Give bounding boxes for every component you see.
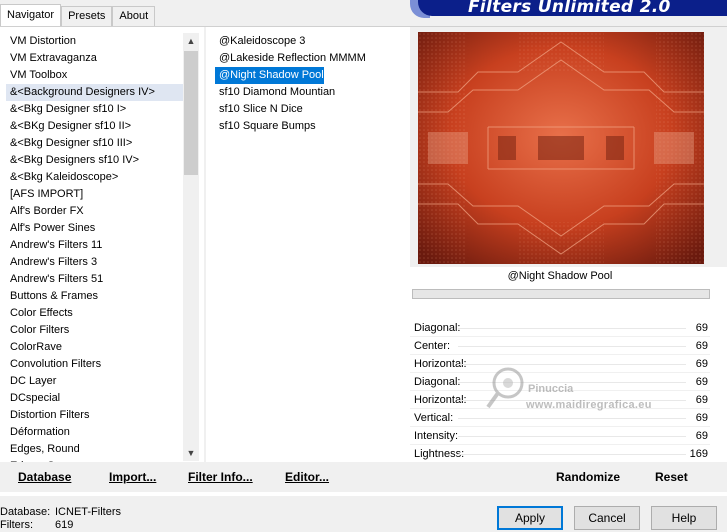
param-track[interactable] [458,436,686,437]
category-item[interactable]: [AFS IMPORT] [6,186,184,203]
param-slider[interactable]: Vertical: 69 [410,409,710,427]
preview-image [418,32,704,264]
database-value: ICNET-Filters [55,506,121,518]
category-item[interactable]: Color Effects [6,305,184,322]
randomize-button[interactable]: Randomize [556,462,620,492]
scroll-up-icon[interactable]: ▲ [183,33,199,49]
tab-about[interactable]: About [112,6,156,26]
param-slider[interactable]: Lightness: 169 [410,445,710,463]
reset-button[interactable]: Reset [655,462,688,492]
filter-list[interactable]: @Kaleidoscope 3 @Lakeside Reflection MMMM… [215,33,405,135]
category-list[interactable]: VM Distortion VM Extravaganza VM Toolbox &<… [6,33,184,463]
param-label: Lightness: [414,448,465,460]
category-item[interactable]: Color Filters [6,322,184,339]
category-item[interactable]: Alf's Power Sines [6,220,184,237]
param-slider[interactable]: Intensity: 69 [410,427,710,445]
import-button[interactable]: Import... [109,462,156,492]
category-item[interactable]: VM Distortion [6,33,184,50]
filters-count-label: Filters: [0,519,33,531]
category-item[interactable]: Andrew's Filters 3 [6,254,184,271]
category-item[interactable]: &<Bkg Kaleidoscope> [6,169,184,186]
filter-item[interactable]: sf10 Square Bumps [215,118,316,135]
param-slider[interactable]: Horizontal: 69 [410,355,710,373]
scroll-down-icon[interactable]: ▼ [183,445,199,461]
param-track[interactable] [458,382,686,383]
scroll-thumb[interactable] [184,51,198,175]
param-label: Diagonal: [414,376,461,388]
category-item[interactable]: DC Layer [6,373,184,390]
preview-filter-name: @Night Shadow Pool [507,270,613,282]
param-track[interactable] [458,400,686,401]
navigator-panel: VM Distortion VM Extravaganza VM Toolbox &<… [0,26,727,496]
param-label: Intensity: [414,430,459,442]
param-track[interactable] [458,418,686,419]
list-divider [204,27,206,463]
category-item[interactable]: &<Bkg Designers sf10 IV> [6,152,184,169]
filter-item[interactable]: sf10 Slice N Dice [215,101,303,118]
filter-item[interactable]: @Kaleidoscope 3 [215,33,305,50]
param-value: 69 [695,340,708,352]
param-value: 69 [695,376,708,388]
category-item[interactable]: &<BKg Designer sf10 II> [6,118,184,135]
param-track[interactable] [458,454,686,455]
category-scrollbar[interactable]: ▲ ▼ [183,33,199,461]
filter-item[interactable]: sf10 Diamond Mountian [215,84,335,101]
param-track[interactable] [458,328,686,329]
category-item[interactable]: VM Extravaganza [6,50,184,67]
apply-button[interactable]: Apply [497,506,563,530]
preview-button-bar: Randomize Reset [410,462,727,492]
category-item[interactable]: &<Bkg Designer sf10 III> [6,135,184,152]
param-slider[interactable]: Horizontal: 69 [410,391,710,409]
param-label: Diagonal: [414,322,461,334]
editor-button[interactable]: Editor... [285,462,329,492]
tab-bar: Navigator Presets About [0,4,156,26]
param-value: 69 [695,358,708,370]
help-button[interactable]: Help [651,506,717,530]
filters-count-value: 619 [55,519,74,531]
category-item[interactable]: Andrew's Filters 11 [6,237,184,254]
tab-presets[interactable]: Presets [61,6,113,26]
param-label: Vertical: [414,412,454,424]
param-track[interactable] [458,364,686,365]
filter-info-button[interactable]: Filter Info... [188,462,253,492]
param-slider[interactable]: Center: 69 [410,337,710,355]
param-value: 69 [695,430,708,442]
tab-navigator[interactable]: Navigator [0,4,62,26]
category-item[interactable]: Déformation [6,424,184,441]
category-item[interactable]: Andrew's Filters 51 [6,271,184,288]
param-label: Center: [414,340,451,352]
navigator-button-bar: Database Import... Filter Info... Editor… [0,462,410,492]
param-value: 69 [695,394,708,406]
param-value: 169 [689,448,708,460]
category-item[interactable]: Convolution Filters [6,356,184,373]
filter-item[interactable]: @Night Shadow Pool [215,67,324,84]
category-item[interactable]: Buttons & Frames [6,288,184,305]
category-item[interactable]: VM Toolbox [6,67,184,84]
parameter-sliders: Diagonal: 69 Center: 69 Horizontal: 69 Diagona… [410,319,710,463]
category-item[interactable]: Alf's Border FX [6,203,184,220]
database-button[interactable]: Database [18,462,71,492]
status-footer: Database: ICNET-Filters Filters: 619 App… [0,496,727,532]
param-value: 69 [695,322,708,334]
category-item[interactable]: Distortion Filters [6,407,184,424]
category-item[interactable]: ColorRave [6,339,184,356]
filter-item[interactable]: @Lakeside Reflection MMMM [215,50,366,67]
brand-banner: Filters Unlimited 2.0 [418,0,727,16]
param-slider[interactable]: Diagonal: 69 [410,319,710,337]
database-label: Database: [0,506,51,518]
param-slider[interactable]: Diagonal: 69 [410,373,710,391]
progress-bar [412,289,710,299]
cancel-button[interactable]: Cancel [574,506,640,530]
category-item[interactable]: Edges, Round [6,441,184,458]
param-track[interactable] [458,346,686,347]
param-value: 69 [695,412,708,424]
category-item[interactable]: &<Background Designers IV> [6,84,184,101]
category-item[interactable]: DCspecial [6,390,184,407]
category-item[interactable]: &<Bkg Designer sf10 I> [6,101,184,118]
